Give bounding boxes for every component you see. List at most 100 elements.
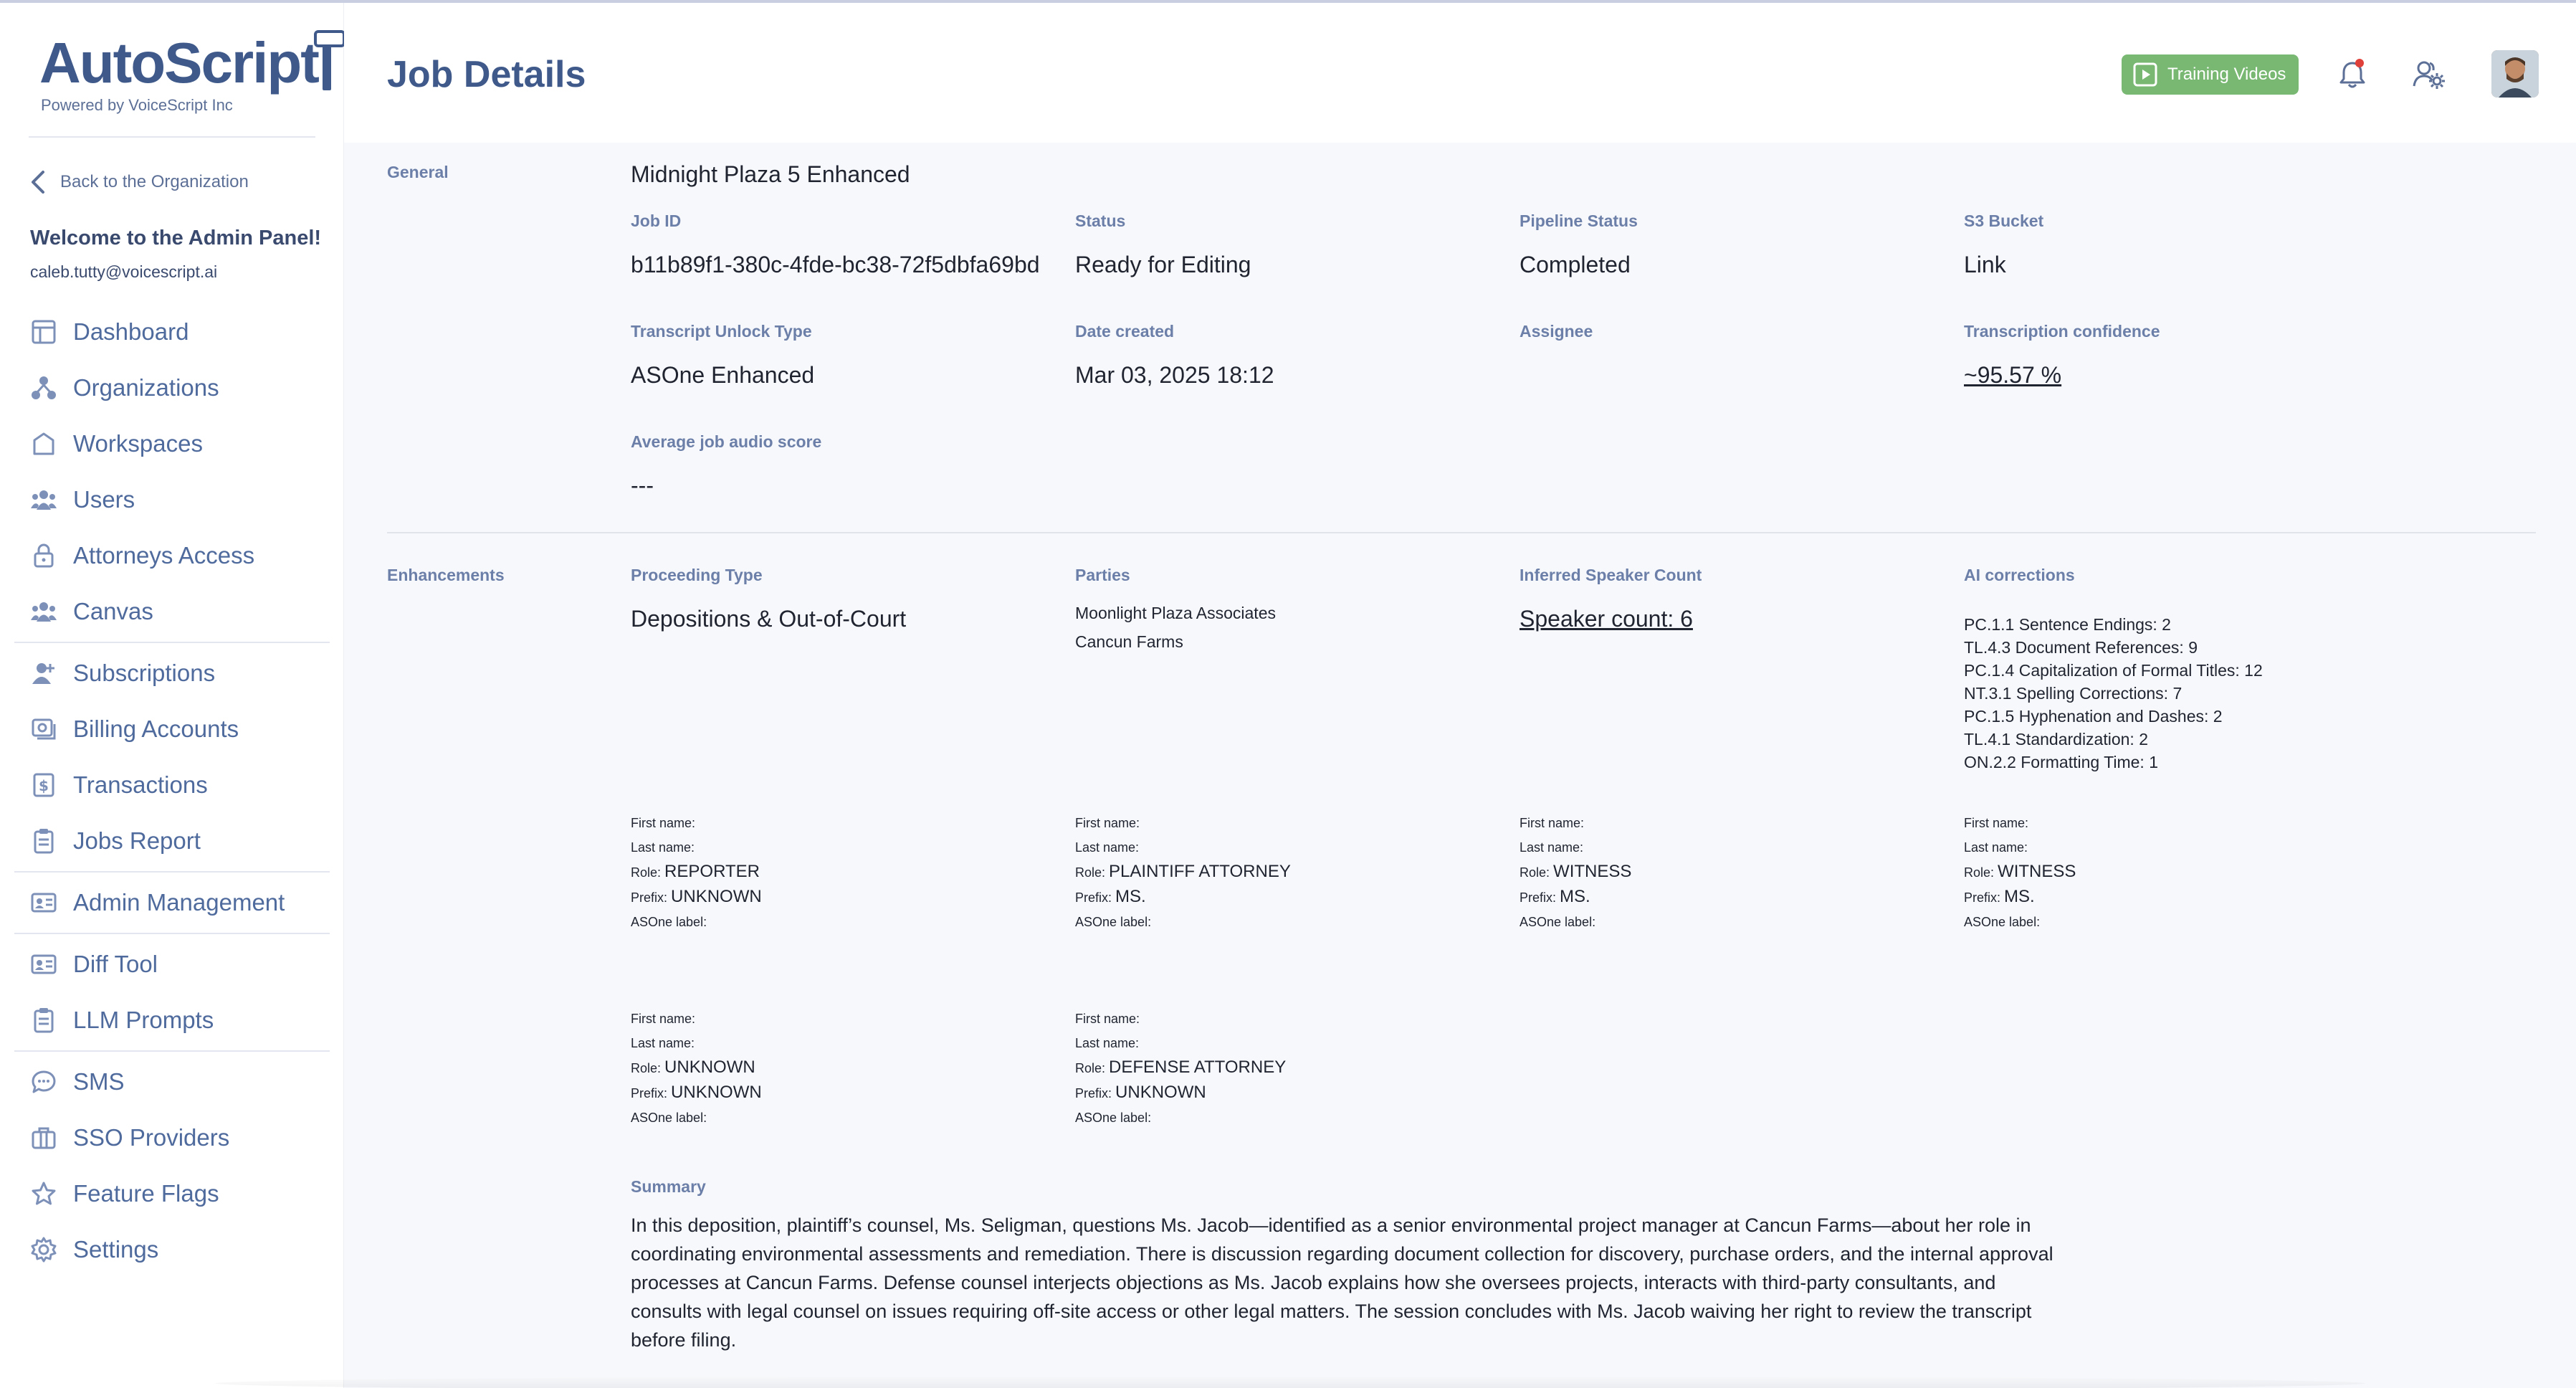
sidebar-item-label: Attorneys Access (73, 542, 255, 569)
speaker-first-name: First name: (1075, 816, 1140, 830)
dollar-receipt-icon: $ (33, 773, 54, 797)
training-videos-button[interactable]: Training Videos (2122, 54, 2299, 95)
parties-list: Moonlight Plaza Associates Cancun Farms (1075, 599, 1276, 656)
sidebar-item-dashboard[interactable]: Dashboard (0, 304, 344, 360)
summary-text: In this deposition, plaintiff’s counsel,… (631, 1214, 2053, 1351)
sidebar-item-sso-providers[interactable]: SSO Providers (0, 1110, 344, 1166)
job-details-content: General Midnight Plaza 5 Enhanced Job ID… (344, 143, 2576, 1388)
sidebar-item-admin-management[interactable]: Admin Management (0, 875, 344, 931)
sidebar-item-label: LLM Prompts (73, 1007, 214, 1033)
sidebar-item-workspaces[interactable]: Workspaces (0, 416, 344, 472)
logo-title: AutoScript (39, 31, 320, 95)
ai-correction-item: TL.4.3 Document References: 9 (1964, 638, 2198, 657)
sidebar-item-llm-prompts[interactable]: LLM Prompts (0, 992, 344, 1048)
speaker-asone-label: ASOne label: (1075, 1111, 1152, 1125)
speaker-role-value: PLAINTIFF ATTORNEY (1109, 862, 1291, 881)
speaker-asone-label: ASOne label: (1520, 915, 1596, 929)
back-to-organization-link[interactable]: Back to the Organization (29, 169, 249, 195)
clipboard-icon (34, 829, 54, 854)
sidebar: AutoScript Powered by VoiceScript Inc Ba… (0, 3, 345, 1388)
bell-icon[interactable] (2332, 54, 2372, 95)
sidebar-divider (29, 136, 315, 138)
proceeding-type-value: Depositions & Out-of-Court (631, 606, 907, 632)
sidebar-item-jobs-report[interactable]: Jobs Report (0, 813, 344, 869)
nav-divider (14, 871, 330, 873)
sidebar-item-organizations[interactable]: Organizations (0, 360, 344, 416)
transcript-unlock-type-value: ASOne Enhanced (631, 362, 815, 388)
section-label-enhancements: Enhancements (387, 566, 505, 584)
nav-divider (14, 642, 330, 643)
speaker-first-name: First name: (1964, 816, 2029, 830)
sidebar-item-feature-flags[interactable]: Feature Flags (0, 1166, 344, 1222)
speaker-role-value: REPORTER (664, 862, 760, 881)
autoscript-logo[interactable]: AutoScript Powered by VoiceScript Inc (39, 30, 345, 115)
canvas-icon (31, 602, 57, 622)
speaker-role-value: DEFENSE ATTORNEY (1109, 1057, 1287, 1077)
top-header: Job Details Training Videos (344, 3, 2576, 143)
transcription-confidence-value[interactable]: ~95.57 % (1964, 362, 2061, 389)
sidebar-item-label: Dashboard (73, 318, 189, 345)
sidebar-item-label: SSO Providers (73, 1124, 230, 1151)
id-card-icon (31, 954, 57, 974)
assignee-label: Assignee (1520, 322, 1593, 341)
speaker-role-label: Role: (1075, 865, 1106, 880)
speaker-prefix-label: Prefix: (1075, 890, 1112, 905)
sidebar-item-billing-accounts[interactable]: Billing Accounts (0, 701, 344, 757)
sidebar-item-subscriptions[interactable]: Subscriptions (0, 645, 344, 701)
sidebar-item-attorneys-access[interactable]: Attorneys Access (0, 528, 344, 584)
proceeding-type-label: Proceeding Type (631, 566, 763, 584)
sidebar-item-label: Billing Accounts (73, 716, 239, 742)
page-title: Job Details (387, 54, 586, 95)
speaker-asone-label: ASOne label: (631, 915, 707, 929)
speaker-last-name: Last name: (1075, 840, 1140, 855)
date-created-label: Date created (1075, 322, 1175, 341)
transcription-confidence-label: Transcription confidence (1964, 322, 2160, 341)
avatar[interactable] (2491, 50, 2539, 98)
id-card-icon (31, 893, 57, 913)
job-name: Midnight Plaza 5 Enhanced (631, 161, 910, 187)
sidebar-item-diff-tool[interactable]: Diff Tool (0, 936, 344, 992)
user-email: caleb.tutty@voicescript.ai (30, 262, 218, 281)
user-plus-icon (32, 663, 54, 684)
job-id-label: Job ID (631, 211, 682, 230)
sidebar-item-transactions[interactable]: $ Transactions (0, 757, 344, 813)
speaker-card: First name: Last name: Role: WITNESS Pre… (1520, 811, 1921, 934)
sidebar-item-label: Users (73, 486, 135, 513)
speaker-role-value: UNKNOWN (664, 1057, 755, 1077)
average-audio-score-value: --- (631, 472, 654, 498)
sidebar-item-label: Subscriptions (73, 660, 216, 686)
speaker-prefix-label: Prefix: (631, 890, 668, 905)
user-settings-icon[interactable] (2408, 54, 2448, 95)
sidebar-item-users[interactable]: Users (0, 472, 344, 528)
date-created-value: Mar 03, 2025 18:12 (1075, 362, 1274, 388)
speaker-role-label: Role: (1075, 1061, 1106, 1075)
speaker-card: First name: Last name: Role: REPORTER Pr… (631, 811, 1032, 934)
party-item: Cancun Farms (1075, 632, 1183, 651)
play-icon (2133, 62, 2157, 87)
speaker-count-link[interactable]: Speaker count: 6 (1520, 606, 1693, 632)
speaker-last-name: Last name: (631, 1036, 695, 1050)
sidebar-item-canvas[interactable]: Canvas (0, 584, 344, 640)
sidebar-item-settings[interactable]: Settings (0, 1222, 344, 1278)
speaker-card: First name: Last name: Role: DEFENSE ATT… (1075, 1007, 1477, 1130)
clipboard-icon (34, 1008, 54, 1033)
speaker-prefix-value: MS. (2004, 887, 2035, 906)
speaker-card: First name: Last name: Role: WITNESS Pre… (1964, 811, 2365, 934)
speaker-role-value: WITNESS (1553, 862, 1632, 881)
sidebar-nav: Dashboard Organizations Workspaces Users… (0, 304, 344, 1278)
sidebar-item-sms[interactable]: SMS (0, 1054, 344, 1110)
speaker-card: First name: Last name: Role: UNKNOWN Pre… (631, 1007, 1032, 1130)
users-icon (31, 490, 57, 510)
speaker-prefix-label: Prefix: (1075, 1086, 1112, 1101)
speaker-prefix-value: UNKNOWN (671, 887, 762, 906)
svg-text:$: $ (39, 777, 49, 794)
inferred-speaker-count-label: Inferred Speaker Count (1520, 566, 1702, 584)
s3-bucket-link[interactable]: Link (1964, 252, 2006, 278)
ai-correction-item: ON.2.2 Formatting Time: 1 (1964, 753, 2158, 771)
pipeline-status-label: Pipeline Status (1520, 211, 1638, 230)
speaker-prefix-value: MS. (1560, 887, 1590, 906)
speaker-first-name: First name: (631, 816, 696, 830)
speaker-role-label: Role: (631, 1061, 662, 1075)
chevron-left-icon (32, 171, 44, 194)
welcome-text: Welcome to the Admin Panel! (30, 227, 322, 249)
